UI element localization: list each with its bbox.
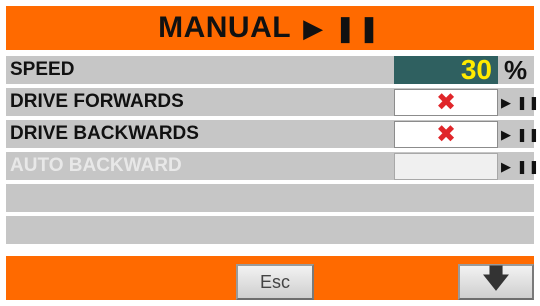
drive-forwards-row: DRIVE FORWARDS ✖ ▶ ❚❚ (6, 88, 539, 116)
auto-backward-row: AUTO BACKWARD ▶ ❚❚ (6, 152, 539, 180)
esc-button-label: Esc (259, 271, 290, 292)
play-pause-icon: ▶ ❚❚ (501, 159, 540, 174)
parameter-list: SPEED 30 % DRIVE FORWARDS ✖ ▶ ❚❚ DRIVE B… (6, 55, 539, 248)
speed-input[interactable]: 30 (394, 56, 498, 84)
play-pause-icon: ▶ ❚❚ (501, 127, 540, 142)
drive-backwards-label: DRIVE BACKWARDS (10, 123, 199, 144)
hmi-screen: MANUAL ▶ ❚❚ SPEED 30 % DRIVE FORWARDS ✖ … (0, 0, 540, 306)
speed-label: SPEED (10, 59, 75, 80)
auto-backward-toggle[interactable] (394, 153, 498, 180)
speed-row: SPEED 30 % (6, 55, 534, 85)
arrow-down-icon: 🡇 (482, 263, 510, 293)
play-pause-icon: ▶ ❚❚ (501, 95, 540, 110)
title-bar: MANUAL ▶ ❚❚ (6, 6, 534, 50)
speed-unit: % (504, 55, 528, 85)
drive-backwards-toggle[interactable]: ✖ (394, 121, 498, 148)
auto-backward-label: AUTO BACKWARD (10, 155, 182, 176)
page-title: MANUAL (158, 11, 292, 44)
empty-row (6, 216, 534, 244)
esc-button[interactable]: Esc (236, 264, 314, 300)
drive-forwards-label: DRIVE FORWARDS (10, 91, 184, 112)
drive-forwards-toggle[interactable]: ✖ (394, 89, 498, 116)
red-cross-icon: ✖ (435, 120, 457, 148)
drive-backwards-row: DRIVE BACKWARDS ✖ ▶ ❚❚ (6, 120, 539, 148)
speed-value: 30 (460, 54, 492, 85)
empty-row (6, 184, 534, 212)
play-pause-icon: ▶ ❚❚ (303, 12, 382, 43)
footer-bar: Esc 🡇 (6, 256, 534, 300)
down-button[interactable]: 🡇 (458, 263, 534, 300)
red-cross-icon: ✖ (435, 88, 457, 116)
